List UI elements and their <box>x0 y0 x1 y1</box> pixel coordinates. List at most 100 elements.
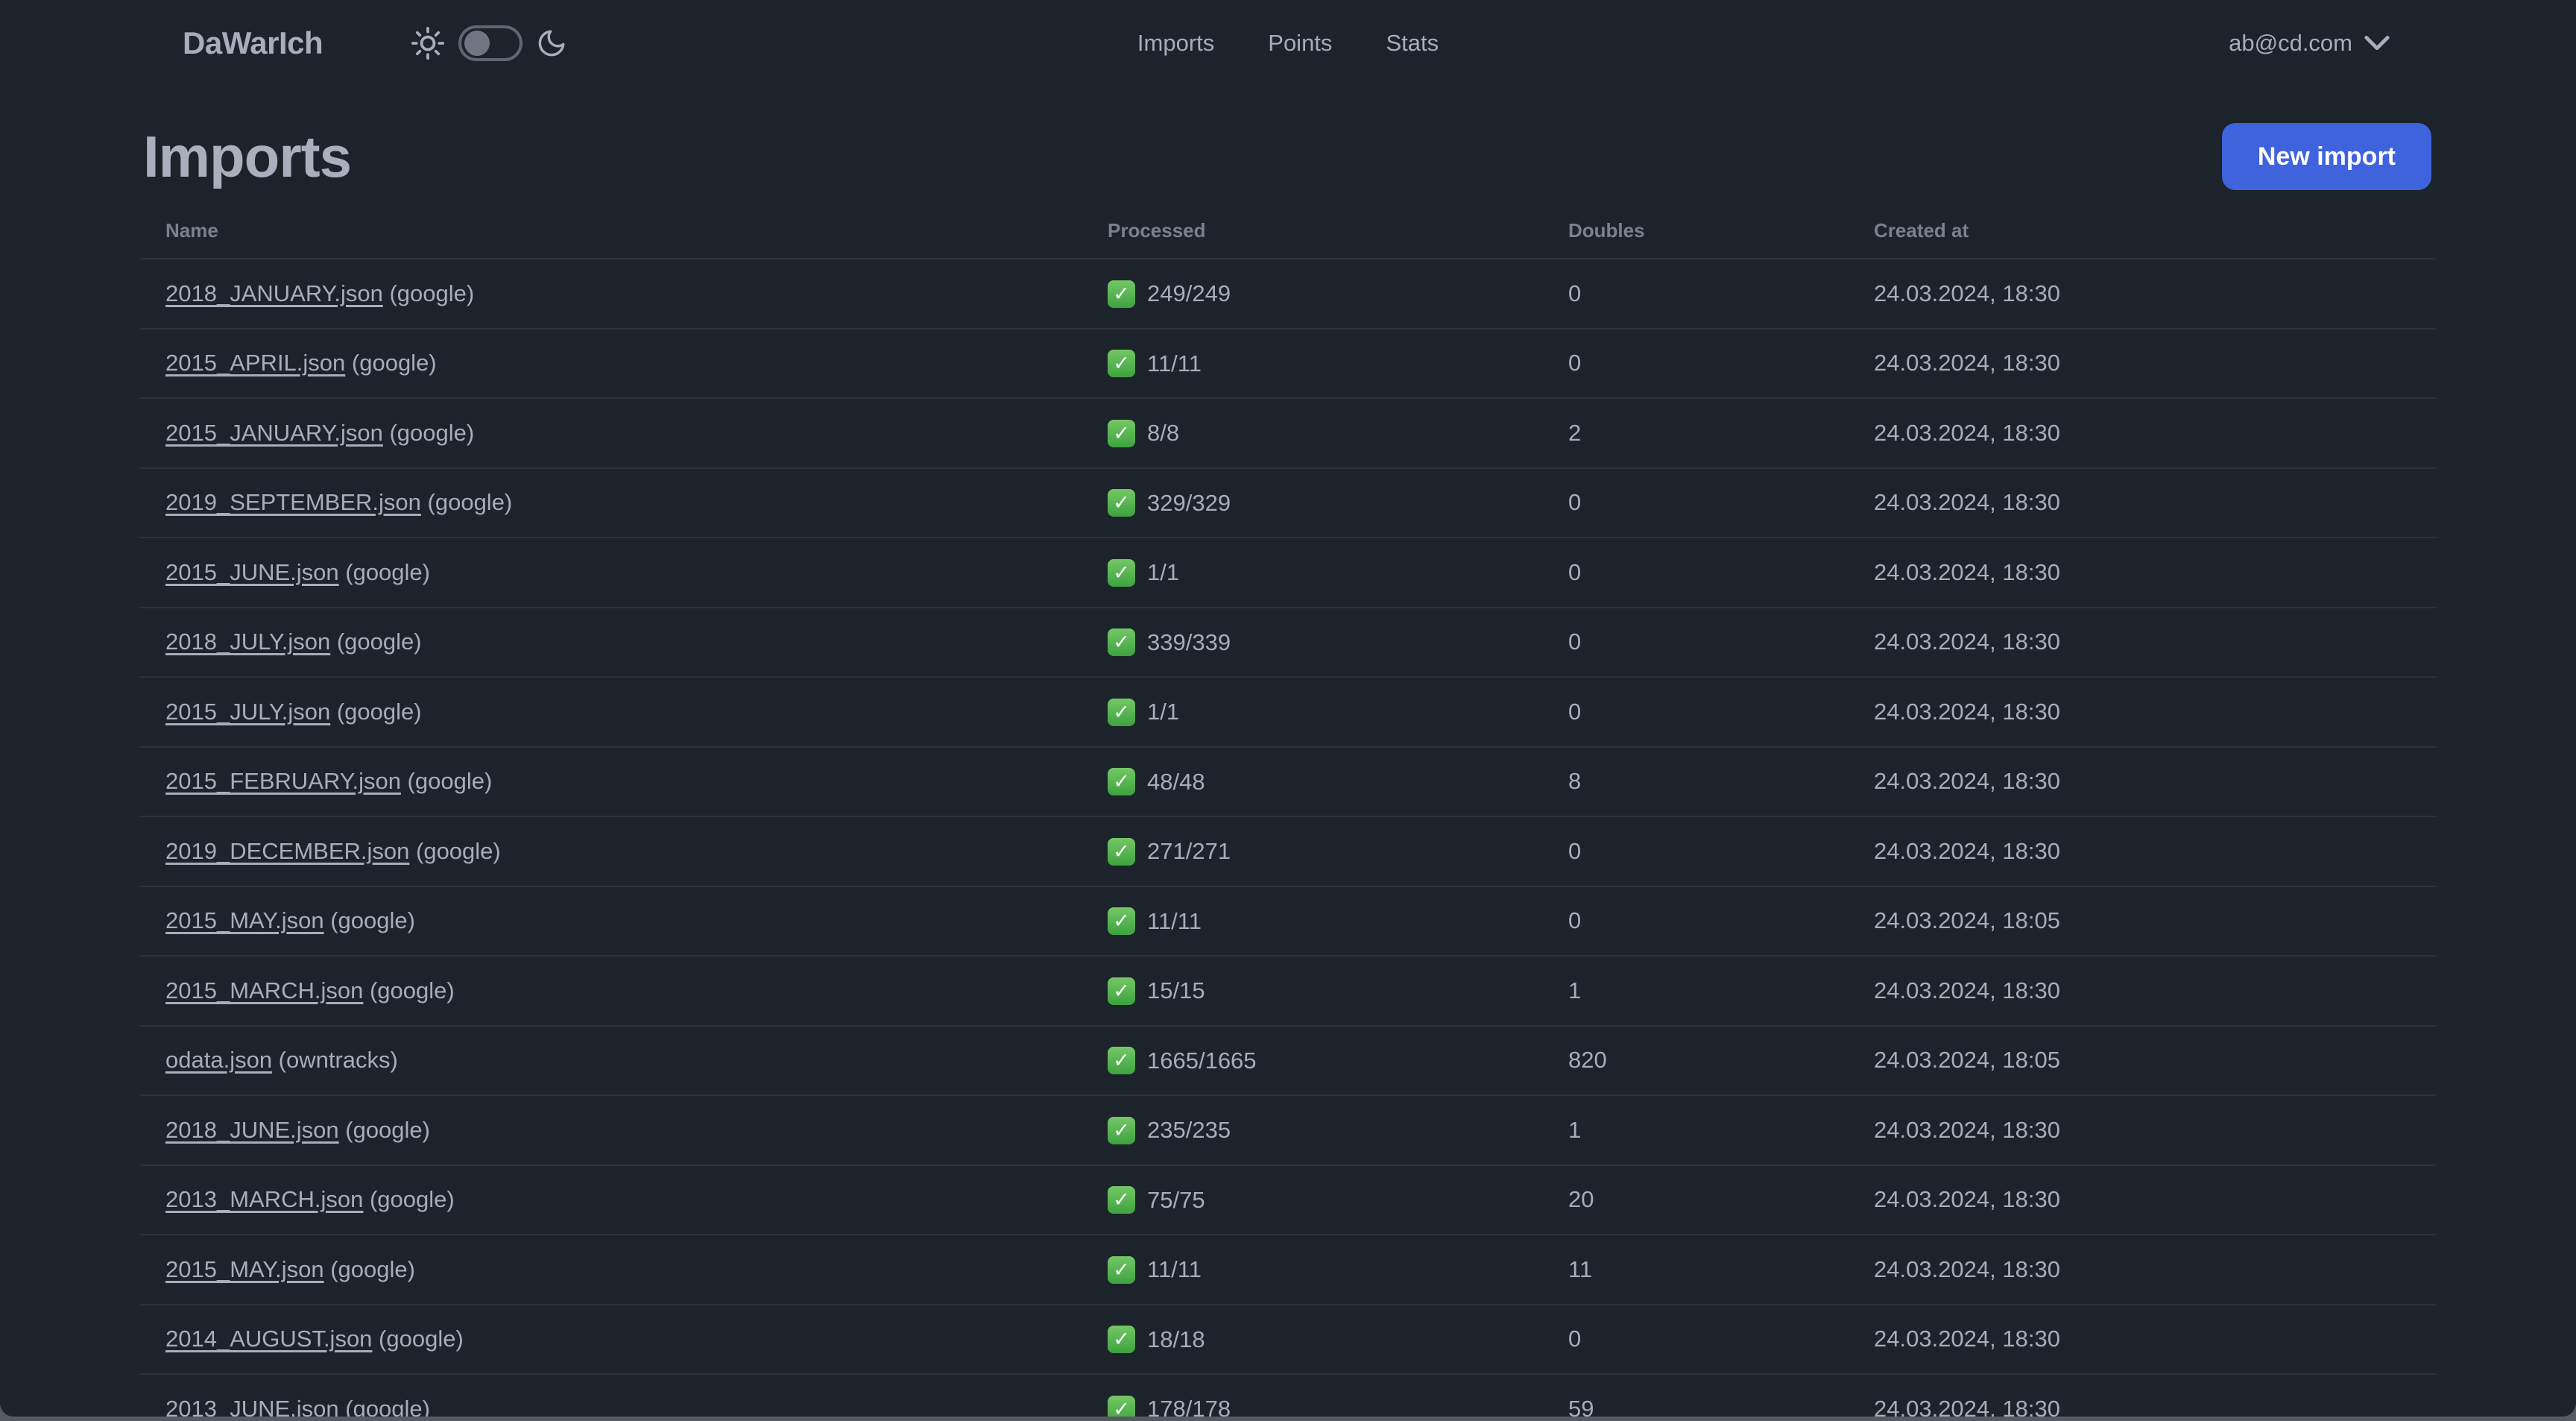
doubles-cell: 0 <box>1568 538 1873 608</box>
green-check-icon: ✓ <box>1108 977 1135 1005</box>
import-source: (google) <box>363 977 455 1003</box>
processed-count: 249/249 <box>1147 280 1231 307</box>
import-file-link[interactable]: 2013_MARCH.json <box>165 1186 363 1212</box>
column-header-processed: Processed <box>1107 203 1568 259</box>
green-check-icon: ✓ <box>1108 1255 1135 1284</box>
import-source: (google) <box>345 350 437 376</box>
new-import-button[interactable]: New import <box>2221 123 2431 190</box>
table-row: 2018_JUNE.json (google) ✓ 235/235 1 24.0… <box>139 1095 2437 1166</box>
green-check-icon: ✓ <box>1108 489 1135 517</box>
nav-link-points[interactable]: Points <box>1268 30 1332 57</box>
column-header-doubles: Doubles <box>1568 203 1873 259</box>
table-row: 2013_MARCH.json (google) ✓ 75/75 20 24.0… <box>139 1165 2437 1235</box>
import-file-link[interactable]: odata.json <box>165 1047 272 1073</box>
import-file-link[interactable]: 2015_APRIL.json <box>165 350 345 376</box>
import-source: (google) <box>363 1186 455 1213</box>
green-check-icon: ✓ <box>1108 1047 1135 1075</box>
import-file-link[interactable]: 2015_JANUARY.json <box>165 420 383 446</box>
name-cell: 2015_JANUARY.json (google) <box>139 398 1107 469</box>
nav-link-imports[interactable]: Imports <box>1137 30 1214 57</box>
import-file-link[interactable]: 2019_SEPTEMBER.json <box>165 489 421 515</box>
page-header: Imports New import <box>143 121 2431 192</box>
name-cell: odata.json (owntracks) <box>139 1025 1107 1096</box>
doubles-cell: 0 <box>1568 328 1873 399</box>
import-file-link[interactable]: 2015_FEBRUARY.json <box>165 768 401 794</box>
processed-count: 339/339 <box>1147 628 1231 655</box>
doubles-cell: 20 <box>1568 1165 1873 1235</box>
processed-cell: ✓ 75/75 <box>1107 1165 1568 1235</box>
user-email: ab@cd.com <box>2229 30 2352 56</box>
import-file-link[interactable]: 2015_JULY.json <box>165 699 330 725</box>
name-cell: 2018_JUNE.json (google) <box>139 1095 1107 1166</box>
processed-count: 75/75 <box>1147 1186 1205 1213</box>
brand-logo[interactable]: DaWarIch <box>183 25 323 61</box>
import-file-link[interactable]: 2015_MAY.json <box>165 907 324 933</box>
green-check-icon: ✓ <box>1108 419 1135 447</box>
processed-cell: ✓ 11/11 <box>1107 1235 1568 1305</box>
doubles-cell: 820 <box>1568 1025 1873 1096</box>
import-source: (google) <box>338 1395 430 1417</box>
import-file-link[interactable]: 2015_JUNE.json <box>165 559 339 585</box>
import-source: (google) <box>323 907 415 934</box>
name-cell: 2014_AUGUST.json (google) <box>139 1304 1107 1375</box>
import-file-link[interactable]: 2014_AUGUST.json <box>165 1326 372 1352</box>
import-file-link[interactable]: 2018_JANUARY.json <box>165 280 383 306</box>
import-file-link[interactable]: 2018_JUNE.json <box>165 1117 339 1143</box>
table-row: 2015_JULY.json (google) ✓ 1/1 0 24.03.20… <box>139 677 2437 748</box>
processed-cell: ✓ 8/8 <box>1107 398 1568 469</box>
import-source: (google) <box>330 628 422 655</box>
user-menu[interactable]: ab@cd.com <box>2229 0 2390 86</box>
processed-count: 1665/1665 <box>1147 1047 1257 1074</box>
main-nav: Imports Points Stats <box>1137 0 1439 86</box>
created-at-cell: 24.03.2024, 18:30 <box>1873 1235 2437 1305</box>
table-row: 2013_JUNE.json (google) ✓ 178/178 59 24.… <box>139 1374 2437 1417</box>
processed-count: 178/178 <box>1147 1396 1231 1417</box>
window-bottom-edge <box>0 1417 2576 1421</box>
sun-icon <box>411 26 445 60</box>
import-file-link[interactable]: 2015_MAY.json <box>165 1256 324 1282</box>
import-file-link[interactable]: 2019_DECEMBER.json <box>165 838 409 864</box>
import-source: (owntracks) <box>272 1047 398 1074</box>
processed-cell: ✓ 235/235 <box>1107 1095 1568 1166</box>
processed-cell: ✓ 329/329 <box>1107 467 1568 538</box>
name-cell: 2015_JULY.json (google) <box>139 677 1107 748</box>
name-cell: 2018_JANUARY.json (google) <box>139 259 1107 330</box>
doubles-cell: 2 <box>1568 398 1873 469</box>
import-source: (google) <box>382 280 475 306</box>
nav-link-stats[interactable]: Stats <box>1386 30 1439 57</box>
green-check-icon: ✓ <box>1108 1186 1135 1214</box>
table-row: 2015_JUNE.json (google) ✓ 1/1 0 24.03.20… <box>139 538 2437 608</box>
processed-count: 1/1 <box>1147 559 1180 586</box>
created-at-cell: 24.03.2024, 18:30 <box>1873 398 2437 469</box>
table-row: 2015_MAY.json (google) ✓ 11/11 11 24.03.… <box>139 1235 2437 1305</box>
name-cell: 2015_APRIL.json (google) <box>139 328 1107 399</box>
created-at-cell: 24.03.2024, 18:30 <box>1873 816 2437 887</box>
import-source: (google) <box>338 1116 430 1143</box>
import-file-link[interactable]: 2015_MARCH.json <box>165 977 363 1003</box>
processed-cell: ✓ 271/271 <box>1107 816 1568 887</box>
processed-cell: ✓ 1/1 <box>1107 677 1568 748</box>
processed-cell: ✓ 1/1 <box>1107 538 1568 608</box>
name-cell: 2015_FEBRUARY.json (google) <box>139 746 1107 817</box>
theme-toggle-knob <box>464 31 490 56</box>
processed-count: 15/15 <box>1147 977 1205 1004</box>
column-header-name: Name <box>139 203 1107 259</box>
green-check-icon: ✓ <box>1108 1326 1135 1354</box>
green-check-icon: ✓ <box>1108 350 1135 378</box>
processed-count: 18/18 <box>1147 1326 1205 1352</box>
processed-cell: ✓ 11/11 <box>1107 328 1568 399</box>
theme-toggle[interactable] <box>458 25 523 61</box>
import-file-link[interactable]: 2018_JULY.json <box>165 628 330 655</box>
import-file-link[interactable]: 2013_JUNE.json <box>165 1396 339 1417</box>
table-row: 2014_AUGUST.json (google) ✓ 18/18 0 24.0… <box>139 1304 2437 1375</box>
import-source: (google) <box>330 698 422 725</box>
column-header-created-at: Created at <box>1873 203 2437 259</box>
doubles-cell: 1 <box>1568 956 1873 1027</box>
processed-cell: ✓ 249/249 <box>1107 259 1568 330</box>
chevron-down-icon <box>2364 35 2390 51</box>
created-at-cell: 24.03.2024, 18:30 <box>1873 259 2437 330</box>
processed-cell: ✓ 339/339 <box>1107 607 1568 678</box>
doubles-cell: 0 <box>1568 677 1873 748</box>
created-at-cell: 24.03.2024, 18:30 <box>1873 328 2437 399</box>
processed-count: 11/11 <box>1147 350 1202 376</box>
